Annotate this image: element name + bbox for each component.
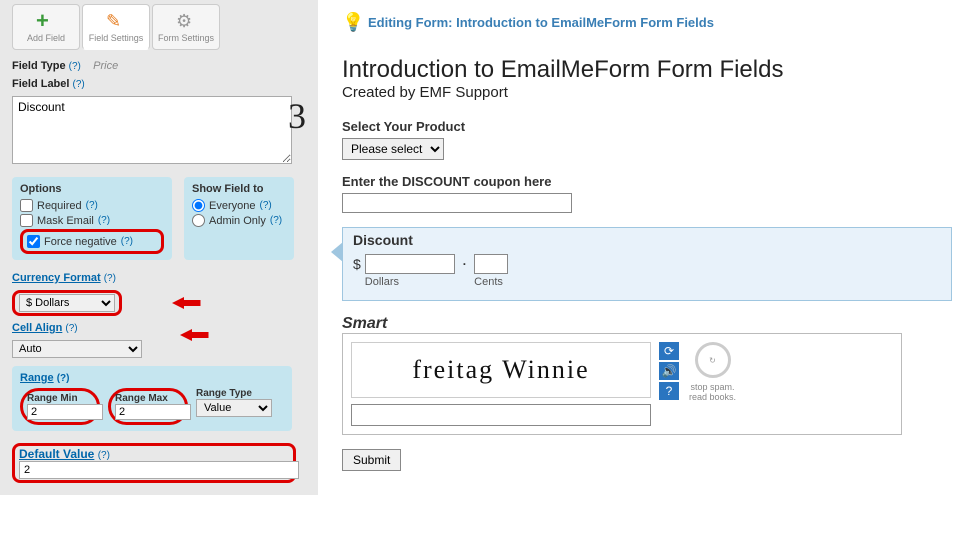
field-settings-sidebar: + Add Field ✎ Field Settings ⚙ Form Sett… <box>0 0 318 495</box>
tab-label: Add Field <box>27 33 65 43</box>
annotation-arrow-icon <box>180 326 210 344</box>
field-label-label: Field Label <box>12 78 69 90</box>
product-label: Select Your Product <box>342 119 952 134</box>
decimal-dot: . <box>459 254 470 268</box>
force-negative-label: Force negative <box>44 236 117 248</box>
captcha-help-icon[interactable]: ? <box>659 382 679 400</box>
help-icon[interactable]: (?) <box>65 323 77 334</box>
show-field-title: Show Field to <box>192 183 286 195</box>
range-min-label: Range Min <box>27 393 93 404</box>
lightbulb-icon: 💡 <box>342 12 362 32</box>
step-number: 3 <box>288 95 306 137</box>
currency-format-select[interactable]: $ Dollars <box>19 294 115 312</box>
editing-text: Editing Form: Introduction to EmailMeFor… <box>368 15 714 30</box>
coupon-input[interactable] <box>342 193 572 213</box>
help-icon[interactable]: (?) <box>270 215 282 226</box>
gear-icon: ⚙ <box>176 11 196 31</box>
captcha-audio-icon[interactable]: 🔊 <box>659 362 679 380</box>
help-icon[interactable]: (?) <box>98 215 110 226</box>
default-value-input[interactable] <box>19 461 299 479</box>
mask-email-checkbox[interactable] <box>20 214 33 227</box>
tab-label: Field Settings <box>89 33 144 43</box>
editing-bar: 💡 Editing Form: Introduction to EmailMeF… <box>342 12 952 32</box>
tab-label: Form Settings <box>158 33 214 43</box>
form-preview: 💡 Editing Form: Introduction to EmailMeF… <box>318 0 976 495</box>
captcha-title: Smart <box>342 315 952 333</box>
field-label-input[interactable]: Discount <box>12 96 292 164</box>
submit-button[interactable]: Submit <box>342 449 401 471</box>
recaptcha-logo-icon: ↻ <box>695 342 731 378</box>
field-label-row: Field Label (?) <box>12 78 306 90</box>
help-icon[interactable]: (?) <box>57 373 70 384</box>
captcha-widget: freitag Winnie ⟳ 🔊 ? ↻ stop spam. read b… <box>342 333 902 435</box>
captcha-reload-icon[interactable]: ⟳ <box>659 342 679 360</box>
captcha-input[interactable] <box>351 404 651 426</box>
help-icon[interactable]: (?) <box>98 450 110 461</box>
range-type-label: Range Type <box>196 388 276 399</box>
help-icon[interactable]: (?) <box>73 79 85 90</box>
range-type-select[interactable]: Value <box>196 399 272 417</box>
range-max-label: Range Max <box>115 393 181 404</box>
form-title: Introduction to EmailMeForm Form Fields <box>342 56 952 84</box>
tab-add-field[interactable]: + Add Field <box>12 4 80 50</box>
help-icon[interactable]: (?) <box>69 61 81 72</box>
currency-symbol: $ <box>353 254 361 272</box>
tab-form-settings[interactable]: ⚙ Form Settings <box>152 4 220 50</box>
help-icon[interactable]: (?) <box>121 236 133 247</box>
captcha-image: freitag Winnie <box>351 342 651 398</box>
help-icon[interactable]: (?) <box>86 200 98 211</box>
recap-tagline-1: stop spam. <box>691 382 735 392</box>
cell-align-label: Cell Align <box>12 322 62 334</box>
cell-align-select[interactable]: Auto <box>12 340 142 358</box>
plus-icon: + <box>36 11 56 31</box>
annotation-arrow-icon <box>172 294 202 312</box>
product-select[interactable]: Please select <box>342 138 444 160</box>
sidebar-tabs: + Add Field ✎ Field Settings ⚙ Form Sett… <box>12 0 306 50</box>
required-checkbox[interactable] <box>20 199 33 212</box>
force-negative-checkbox[interactable] <box>27 235 40 248</box>
options-title: Options <box>20 183 164 195</box>
recaptcha-brand: ↻ stop spam. read books. <box>689 342 736 402</box>
product-section: Select Your Product Please select <box>342 119 952 160</box>
cents-sublabel: Cents <box>474 276 508 288</box>
range-title: Range <box>20 372 54 384</box>
admin-only-radio[interactable] <box>192 214 205 227</box>
options-panel: Options Required (?) Mask Email (?) Forc… <box>12 177 172 260</box>
discount-field[interactable]: Discount $ Dollars . Cents <box>342 227 952 301</box>
range-max-input[interactable] <box>115 404 191 420</box>
range-min-input[interactable] <box>27 404 103 420</box>
coupon-section: Enter the DISCOUNT coupon here <box>342 174 952 213</box>
show-field-panel: Show Field to Everyone (?) Admin Only (?… <box>184 177 294 260</box>
field-type-row: Field Type (?) Price <box>12 60 306 72</box>
field-type-value: Price <box>93 60 118 72</box>
default-value-label: Default Value <box>19 447 94 461</box>
everyone-label: Everyone <box>209 200 255 212</box>
required-label: Required <box>37 200 82 212</box>
help-icon[interactable]: (?) <box>259 200 271 211</box>
mask-email-label: Mask Email <box>37 215 94 227</box>
range-panel: Range (?) Range Min Range Max Range Type… <box>12 366 292 431</box>
cents-input[interactable] <box>474 254 508 274</box>
currency-format-label: Currency Format <box>12 272 101 284</box>
everyone-radio[interactable] <box>192 199 205 212</box>
tab-field-settings[interactable]: ✎ Field Settings <box>82 4 150 50</box>
coupon-label: Enter the DISCOUNT coupon here <box>342 174 952 189</box>
recap-tagline-2: read books. <box>689 392 736 402</box>
form-creator: Created by EMF Support <box>342 84 952 101</box>
help-icon[interactable]: (?) <box>104 273 116 284</box>
dollars-input[interactable] <box>365 254 455 274</box>
field-type-label: Field Type <box>12 60 66 72</box>
dollars-sublabel: Dollars <box>365 276 455 288</box>
discount-label: Discount <box>353 232 941 248</box>
admin-only-label: Admin Only <box>209 215 266 227</box>
pencil-icon: ✎ <box>106 11 126 31</box>
